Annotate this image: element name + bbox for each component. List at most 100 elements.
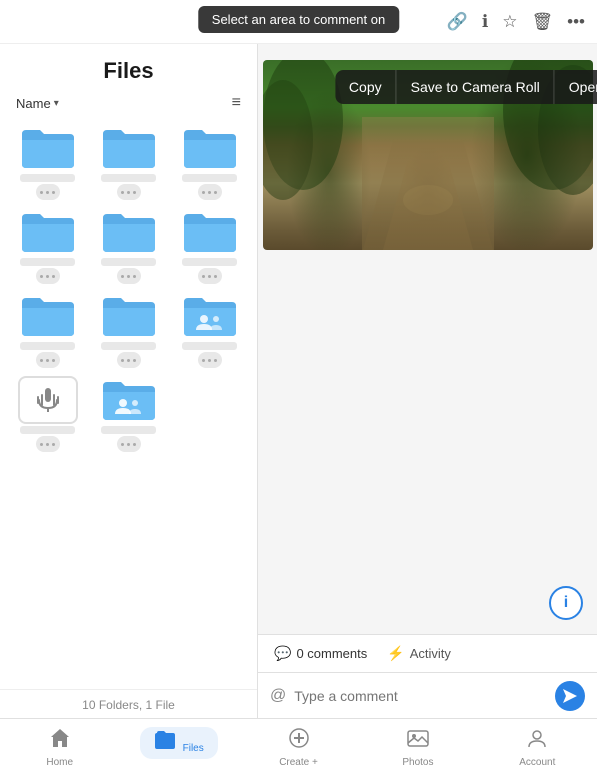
- nav-item-account[interactable]: Account: [478, 727, 597, 768]
- item-options-button[interactable]: [36, 436, 60, 452]
- photos-icon: [407, 727, 429, 755]
- at-icon: @: [270, 687, 286, 705]
- preview-content: Copy Save to Camera Roll Open in... i: [258, 44, 597, 634]
- list-item: [174, 208, 245, 284]
- trash-icon[interactable]: 🗑: [532, 12, 554, 32]
- nav-label-files: Files: [183, 743, 204, 754]
- nav-label-home: Home: [46, 757, 73, 768]
- comment-input[interactable]: [294, 688, 547, 704]
- voice-memo-icon[interactable]: [18, 376, 78, 424]
- files-footer: 10 Folders, 1 File: [0, 689, 257, 718]
- link-icon[interactable]: 🔗: [447, 12, 468, 32]
- nav-item-photos[interactable]: Photos: [358, 727, 477, 768]
- grid-row: [12, 292, 245, 368]
- files-title: Files: [103, 58, 153, 83]
- item-options-button[interactable]: [198, 184, 222, 200]
- comment-input-bar: @: [258, 672, 597, 718]
- send-icon: [563, 689, 577, 703]
- nav-item-create[interactable]: Create +: [239, 727, 358, 768]
- activity-bolt-icon: ⚡: [387, 645, 404, 662]
- files-grid: [0, 120, 257, 689]
- item-name: [182, 258, 237, 266]
- preview-image-container[interactable]: Copy Save to Camera Roll Open in...: [263, 60, 593, 250]
- more-icon[interactable]: •••: [567, 12, 585, 32]
- nav-label-create: Create +: [279, 757, 318, 768]
- home-icon: [49, 727, 71, 755]
- item-options-button[interactable]: [117, 352, 141, 368]
- copy-button[interactable]: Copy: [335, 70, 397, 104]
- list-item: [12, 208, 83, 284]
- top-bar-actions: 🔗 ℹ ☆ 🗑 •••: [447, 12, 585, 32]
- list-item: [12, 292, 83, 368]
- star-icon[interactable]: ☆: [502, 12, 517, 32]
- sort-name-button[interactable]: Name ▾: [16, 96, 59, 111]
- item-options-button[interactable]: [36, 352, 60, 368]
- grid-row: [12, 124, 245, 200]
- files-icon: [154, 731, 182, 756]
- folder-icon[interactable]: [99, 208, 159, 256]
- nav-label-account: Account: [519, 757, 555, 768]
- grid-row: [12, 376, 245, 452]
- list-item: [12, 376, 83, 452]
- folder-icon[interactable]: [99, 124, 159, 172]
- top-bar: Select an area to comment on 🔗 ℹ ☆ 🗑 •••: [0, 0, 597, 44]
- item-options-button[interactable]: [117, 436, 141, 452]
- item-name: [20, 174, 75, 182]
- activity-tab[interactable]: ⚡ Activity: [387, 645, 451, 662]
- comment-bubble-icon: 💬: [274, 645, 291, 662]
- list-view-icon[interactable]: ≡: [232, 94, 241, 112]
- item-options-button[interactable]: [198, 352, 222, 368]
- shared-folder-people-icon[interactable]: [99, 376, 159, 424]
- preview-panel: Copy Save to Camera Roll Open in... i 💬 …: [258, 44, 597, 718]
- item-name: [101, 426, 156, 434]
- account-icon: [526, 727, 548, 755]
- sort-chevron-icon: ▾: [54, 98, 59, 109]
- item-name: [101, 174, 156, 182]
- files-header: Files: [0, 44, 257, 88]
- folder-icon[interactable]: [99, 292, 159, 340]
- folder-icon[interactable]: [18, 208, 78, 256]
- list-item: [93, 292, 164, 368]
- files-panel: Files Name ▾ ≡: [0, 44, 258, 718]
- send-button[interactable]: [555, 681, 585, 711]
- item-name: [20, 426, 75, 434]
- bottom-nav: Home Files Create + Photos Account: [0, 718, 597, 778]
- list-item: [93, 124, 164, 200]
- folder-icon[interactable]: [180, 124, 240, 172]
- context-menu: Copy Save to Camera Roll Open in...: [335, 70, 597, 104]
- item-name: [20, 258, 75, 266]
- tooltip-banner: Select an area to comment on: [198, 6, 399, 33]
- comments-tab[interactable]: 💬 0 comments: [274, 645, 367, 662]
- item-name: [182, 342, 237, 350]
- shared-folder-icon[interactable]: [180, 292, 240, 340]
- list-item: [93, 376, 164, 452]
- grid-row: [12, 208, 245, 284]
- item-name: [101, 342, 156, 350]
- list-item: [174, 124, 245, 200]
- info-icon[interactable]: ℹ: [482, 12, 488, 32]
- item-name: [101, 258, 156, 266]
- comments-bar: 💬 0 comments ⚡ Activity: [258, 634, 597, 672]
- list-item-empty: [174, 376, 245, 452]
- main-area: Files Name ▾ ≡: [0, 44, 597, 718]
- folder-icon[interactable]: [18, 124, 78, 172]
- item-options-button[interactable]: [36, 268, 60, 284]
- item-options-button[interactable]: [117, 268, 141, 284]
- create-icon: [288, 727, 310, 755]
- nav-item-files[interactable]: Files: [119, 727, 238, 759]
- save-to-camera-roll-button[interactable]: Save to Camera Roll: [397, 70, 555, 104]
- item-options-button[interactable]: [117, 184, 141, 200]
- item-options-button[interactable]: [198, 268, 222, 284]
- list-item: [93, 208, 164, 284]
- item-name: [20, 342, 75, 350]
- open-in-button[interactable]: Open in...: [555, 70, 597, 104]
- folder-icon[interactable]: [18, 292, 78, 340]
- nav-item-home[interactable]: Home: [0, 727, 119, 768]
- item-options-button[interactable]: [36, 184, 60, 200]
- list-item: [174, 292, 245, 368]
- info-button[interactable]: i: [549, 586, 583, 620]
- sort-row: Name ▾ ≡: [0, 88, 257, 120]
- item-name: [182, 174, 237, 182]
- folder-icon[interactable]: [180, 208, 240, 256]
- nav-label-photos: Photos: [402, 757, 433, 768]
